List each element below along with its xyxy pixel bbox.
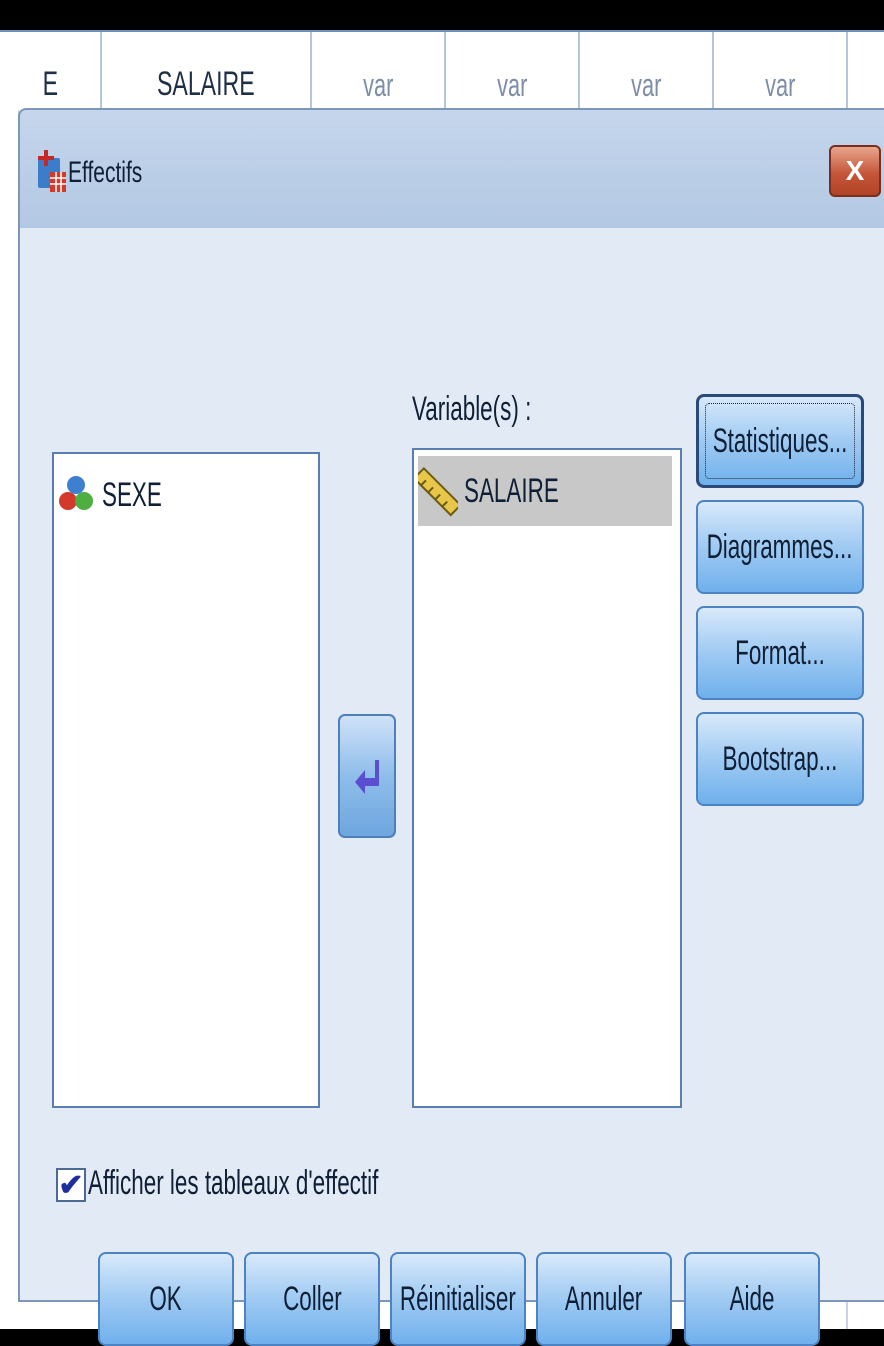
button-label: Statistiques... [712, 421, 848, 460]
checkbox-label[interactable]: Afficher les tableaux d'effectif [88, 1164, 378, 1203]
list-item[interactable]: SALAIRE [418, 456, 672, 526]
checkmark-icon: ✔ [58, 1168, 84, 1202]
charts-button[interactable]: Diagrammes... [696, 500, 864, 594]
column-header-var[interactable]: var [312, 32, 446, 110]
selected-variables-list[interactable]: SALAIRE [412, 448, 682, 1108]
help-button[interactable]: Aide [684, 1252, 820, 1346]
spreadsheet-edge [0, 110, 19, 1329]
scale-variable-icon [418, 466, 458, 517]
spreadsheet-column-header-row: E SALAIRE var var var var [0, 30, 884, 112]
button-label: Aide [729, 1279, 775, 1318]
button-label: Diagrammes... [707, 527, 853, 566]
column-header-salaire[interactable]: SALAIRE [102, 32, 312, 110]
bootstrap-button[interactable]: Bootstrap... [696, 712, 864, 806]
variable-label: SALAIRE [464, 471, 559, 510]
paste-button[interactable]: Coller [244, 1252, 380, 1346]
move-variable-button[interactable] [338, 714, 396, 838]
reset-button[interactable]: Réinitialiser [390, 1252, 526, 1346]
list-item[interactable]: SEXE [58, 460, 308, 530]
button-label: Réinitialiser [400, 1279, 517, 1318]
button-label: Format... [735, 633, 825, 672]
button-label: Bootstrap... [722, 739, 838, 778]
close-button[interactable]: X [829, 145, 881, 197]
button-label: Coller [282, 1279, 342, 1318]
column-header-var[interactable]: var [580, 32, 714, 110]
frequencies-dialog: Effectifs X SEXE Variable(s) : SALAIRE S… [18, 108, 884, 1346]
column-header-var[interactable]: var [714, 32, 848, 110]
frequencies-app-icon [38, 150, 66, 192]
arrow-left-icon [355, 760, 379, 794]
dialog-title: Effectifs [68, 156, 143, 189]
source-variable-list[interactable]: SEXE [52, 452, 320, 1108]
ok-button[interactable]: OK [98, 1252, 234, 1346]
show-frequency-tables-checkbox[interactable]: ✔ [56, 1168, 86, 1202]
column-header[interactable]: E [0, 32, 102, 110]
dialog-titlebar[interactable]: Effectifs X [20, 110, 884, 229]
button-label: Annuler [565, 1279, 643, 1318]
button-label: OK [149, 1279, 183, 1318]
close-icon: X [845, 155, 865, 186]
column-header-var[interactable]: var [446, 32, 580, 110]
statistics-button[interactable]: Statistiques... [696, 394, 864, 488]
format-button[interactable]: Format... [696, 606, 864, 700]
cancel-button[interactable]: Annuler [536, 1252, 672, 1346]
variables-field-label: Variable(s) : [412, 390, 532, 428]
nominal-variable-icon [59, 476, 93, 510]
variable-label: SEXE [102, 475, 162, 514]
